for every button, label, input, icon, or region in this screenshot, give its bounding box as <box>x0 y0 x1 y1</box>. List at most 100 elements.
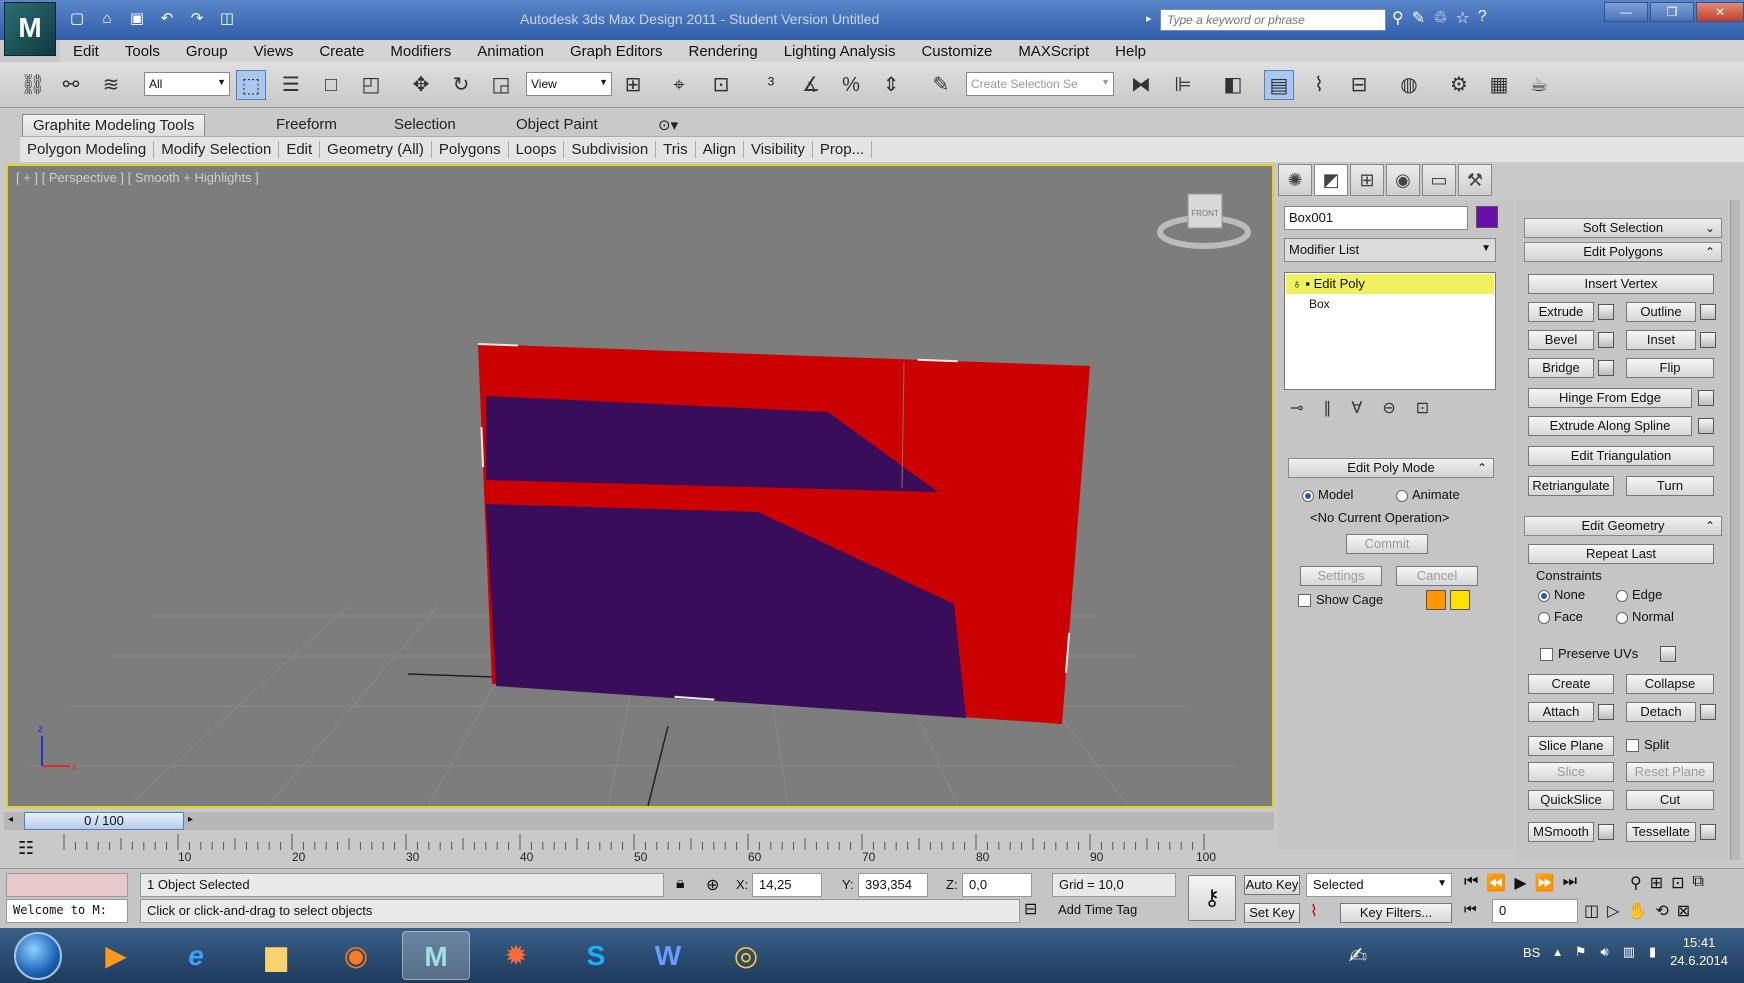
panel-align[interactable]: Align <box>696 141 744 158</box>
tab-freeform[interactable]: Freeform <box>266 114 347 136</box>
action-center-icon[interactable]: ⚑ <box>1575 944 1587 960</box>
menu-lighting-analysis[interactable]: Lighting Analysis <box>771 43 909 60</box>
absolute-mode-icon[interactable]: ⊕ <box>706 875 719 895</box>
attach-button[interactable]: Attach <box>1528 702 1594 722</box>
ribbon-options-icon[interactable]: ⊙▾ <box>648 114 688 136</box>
media-player-task[interactable]: ▶ <box>82 931 150 980</box>
keyboard-shortcut-override-icon[interactable]: ⊡ <box>706 70 736 100</box>
set-keys-key-icon[interactable]: ⚷ <box>1188 875 1236 921</box>
curve-editor-icon[interactable]: ⌇ <box>1304 70 1334 100</box>
clock[interactable]: 15:41 24.6.2014 <box>1670 934 1728 970</box>
app-task[interactable]: ✹ <box>482 931 550 980</box>
x-coordinate-field[interactable]: 14,25 <box>752 873 822 897</box>
msmooth-button[interactable]: MSmooth <box>1528 822 1594 842</box>
modifier-list-dropdown[interactable]: Modifier List ▼ <box>1284 238 1496 262</box>
slider-prev-icon[interactable]: ◂ <box>8 814 13 825</box>
zoom-icon[interactable]: ⚲ <box>1630 873 1642 893</box>
configure-modifier-sets-icon[interactable]: ⊡ <box>1416 398 1429 418</box>
slice-button[interactable]: Slice <box>1528 762 1614 782</box>
repeat-last-button[interactable]: Repeat Last <box>1528 544 1714 564</box>
menu-rendering[interactable]: Rendering <box>675 43 770 60</box>
material-editor-icon[interactable]: ◍ <box>1394 70 1424 100</box>
preserve-uvs-checkbox[interactable] <box>1540 648 1553 661</box>
project-folder-icon[interactable]: ◫ <box>214 7 240 31</box>
reset-plane-button[interactable]: Reset Plane <box>1626 762 1714 782</box>
hierarchy-tab-icon[interactable]: ⊞ <box>1350 164 1384 196</box>
edit-polygons-rollout[interactable]: Edit Polygons ⌃ <box>1524 242 1722 262</box>
go-to-start-icon[interactable]: ⏮ <box>1464 873 1478 893</box>
menu-animation[interactable]: Animation <box>464 43 557 60</box>
maxscript-listener-pink[interactable] <box>6 873 128 897</box>
cancel-button[interactable]: Cancel <box>1396 566 1478 586</box>
attach-list-button[interactable] <box>1598 704 1614 720</box>
make-unique-icon[interactable]: ∀ <box>1351 398 1362 418</box>
retriangulate-button[interactable]: Retriangulate <box>1528 476 1614 496</box>
reference-coordinate-dropdown[interactable]: View ▼ <box>526 72 612 96</box>
time-slider-thumb[interactable]: 0 / 100 <box>24 812 184 830</box>
constraint-none-radio[interactable] <box>1538 590 1550 602</box>
close-button[interactable]: ✕ <box>1696 2 1744 22</box>
window-crossing-icon[interactable]: ◰ <box>356 70 386 100</box>
auto-key-button[interactable]: Auto Key <box>1244 875 1300 895</box>
hinge-from-edge-button[interactable]: Hinge From Edge <box>1528 388 1692 408</box>
outline-settings-button[interactable] <box>1700 304 1716 320</box>
next-frame-icon[interactable]: ⏩ <box>1535 873 1555 893</box>
edit-named-selection-icon[interactable]: ✎ <box>926 70 956 100</box>
save-icon[interactable]: ▣ <box>124 7 150 31</box>
firefox-task[interactable]: ◉ <box>322 931 390 980</box>
menu-maxscript[interactable]: MAXScript <box>1005 43 1102 60</box>
render-setup-icon[interactable]: ⚙ <box>1444 70 1474 100</box>
cage-color-swatch-2[interactable] <box>1450 590 1470 610</box>
maxscript-mini-listener[interactable]: Welcome to M: <box>6 899 128 923</box>
extrude-spline-settings-button[interactable] <box>1698 418 1714 434</box>
minimize-button[interactable]: — <box>1604 2 1648 22</box>
add-time-tag-button[interactable]: Add Time Tag <box>1052 899 1176 923</box>
extrude-along-spline-button[interactable]: Extrude Along Spline <box>1528 416 1692 436</box>
pivot-center-icon[interactable]: ⊞ <box>618 70 648 100</box>
maximize-button[interactable]: ❐ <box>1650 2 1694 22</box>
settings-button[interactable]: Settings <box>1300 566 1382 586</box>
language-indicator[interactable]: BS <box>1523 945 1540 960</box>
panel-polygons[interactable]: Polygons <box>432 141 509 158</box>
slice-plane-button[interactable]: Slice Plane <box>1528 736 1614 756</box>
panel-geometry-all[interactable]: Geometry (All) <box>320 141 432 158</box>
quickslice-button[interactable]: QuickSlice <box>1528 790 1614 810</box>
undo-icon[interactable]: ↶ <box>154 7 180 31</box>
bridge-settings-button[interactable] <box>1598 360 1614 376</box>
show-hidden-icons[interactable]: ▴ <box>1554 944 1561 960</box>
cage-color-swatch-1[interactable] <box>1426 590 1446 610</box>
app-logo-button[interactable]: M <box>4 2 56 56</box>
menu-views[interactable]: Views <box>241 43 307 60</box>
key-filters-button[interactable]: Key Filters... <box>1340 903 1452 923</box>
previous-frame-icon[interactable]: ⏪ <box>1486 873 1506 893</box>
edit-triangulation-button[interactable]: Edit Triangulation <box>1528 446 1714 466</box>
create-button[interactable]: Create <box>1528 674 1614 694</box>
slider-next-icon[interactable]: ▸ <box>188 814 193 825</box>
start-button[interactable] <box>14 932 62 980</box>
menu-help[interactable]: Help <box>1102 43 1159 60</box>
bevel-button[interactable]: Bevel <box>1528 330 1594 350</box>
angle-snap-icon[interactable]: ∡ <box>796 70 826 100</box>
split-checkbox[interactable] <box>1626 739 1639 752</box>
turn-button[interactable]: Turn <box>1626 476 1714 496</box>
current-frame-field[interactable]: 0 <box>1492 899 1578 923</box>
set-key-button[interactable]: Set Key <box>1244 903 1300 923</box>
menu-graph-editors[interactable]: Graph Editors <box>557 43 676 60</box>
play-icon[interactable]: ▶ <box>1514 873 1526 893</box>
time-tag-icon[interactable]: ⊟ <box>1024 899 1037 919</box>
stack-item-box[interactable]: Box <box>1309 297 1330 311</box>
panel-tris[interactable]: Tris <box>656 141 696 158</box>
motion-tab-icon[interactable]: ◉ <box>1386 164 1420 196</box>
subscription-icon[interactable]: ♲ <box>1433 8 1447 28</box>
stack-item-edit-poly[interactable]: ♁ ▪ Edit Poly <box>1286 274 1494 294</box>
soft-selection-rollout[interactable]: Soft Selection ⌄ <box>1524 218 1722 238</box>
insert-vertex-button[interactable]: Insert Vertex <box>1528 274 1714 294</box>
tessellate-button[interactable]: Tessellate <box>1626 822 1696 842</box>
time-configuration-icon[interactable]: ◫ <box>1584 901 1599 921</box>
favorites-icon[interactable]: ☆ <box>1455 8 1469 28</box>
new-file-icon[interactable]: ▢ <box>64 7 90 31</box>
rotate-icon[interactable]: ↻ <box>446 70 476 100</box>
skype-task[interactable]: S <box>562 931 630 980</box>
panel-loops[interactable]: Loops <box>509 141 565 158</box>
search-expand-icon[interactable]: ▸ <box>1146 12 1152 25</box>
